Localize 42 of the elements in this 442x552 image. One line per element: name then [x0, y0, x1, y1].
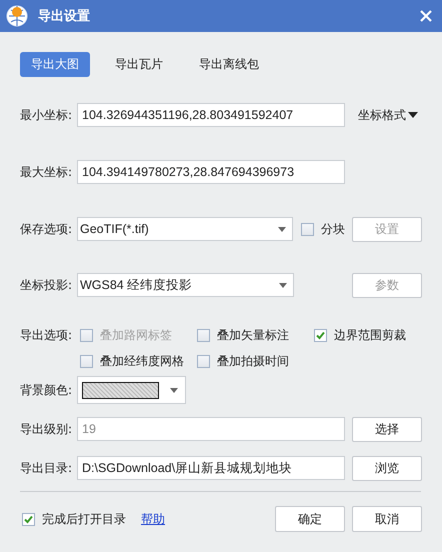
input-field[interactable]: 104.326944351196,28.803491592407 [77, 103, 345, 127]
dropdown[interactable]: WGS84 经纬度投影 [77, 273, 294, 297]
help-link[interactable]: 帮助 [141, 510, 165, 528]
checkbox[interactable] [197, 355, 210, 368]
tab[interactable]: 导出瓦片 [104, 52, 174, 77]
checkbox-label: 完成后打开目录 [42, 510, 126, 528]
field-label: 最大坐标: [20, 164, 74, 180]
menu-button[interactable]: 坐标格式 [358, 106, 418, 124]
dropdown[interactable]: GeoTIF(*.tif) [77, 217, 294, 241]
tab[interactable]: 导出大图 [20, 52, 90, 77]
input-field[interactable]: 104.394149780273,28.847694396973 [77, 160, 345, 184]
globe-icon [6, 5, 28, 27]
caret-icon [279, 282, 287, 288]
caret-icon [170, 388, 178, 392]
field-label: 导出选项: [20, 327, 74, 344]
checkbox-label: 叠加矢量标注 [217, 327, 289, 344]
checkbox-label: 分块 [321, 220, 346, 238]
field-label: 最小坐标: [20, 106, 74, 124]
field-label: 导出级别: [20, 420, 74, 438]
tab[interactable]: 导出离线包 [188, 52, 270, 77]
window-title: 导出设置 [38, 8, 91, 25]
checkbox-label: 边界范围剪裁 [334, 327, 406, 344]
field-label: 坐标投影: [20, 276, 74, 294]
checkbox[interactable] [22, 512, 35, 526]
field-label: 背景颜色: [20, 382, 74, 398]
close-icon [420, 10, 432, 22]
dialog-button[interactable]: 取消 [352, 506, 422, 532]
checkbox-label: 叠加经纬度网格 [100, 353, 184, 370]
action-button[interactable]: 浏览 [352, 456, 422, 480]
checkbox[interactable] [301, 222, 314, 236]
checkbox-label: 叠加路网标签 [100, 327, 172, 344]
color-dropdown[interactable] [77, 376, 186, 404]
checkbox-label: 叠加拍摄时间 [217, 353, 289, 370]
input-field[interactable]: D:\SGDownload\屏山新县城规划地块 [77, 456, 345, 480]
checkbox[interactable] [314, 329, 327, 342]
field-label: 导出目录: [20, 460, 74, 476]
checkbox[interactable] [197, 329, 210, 342]
field-label: 保存选项: [20, 220, 74, 238]
caret-icon [408, 112, 418, 118]
dialog-button[interactable]: 确定 [275, 506, 345, 532]
caret-icon [278, 226, 286, 232]
checkbox[interactable] [80, 355, 93, 368]
